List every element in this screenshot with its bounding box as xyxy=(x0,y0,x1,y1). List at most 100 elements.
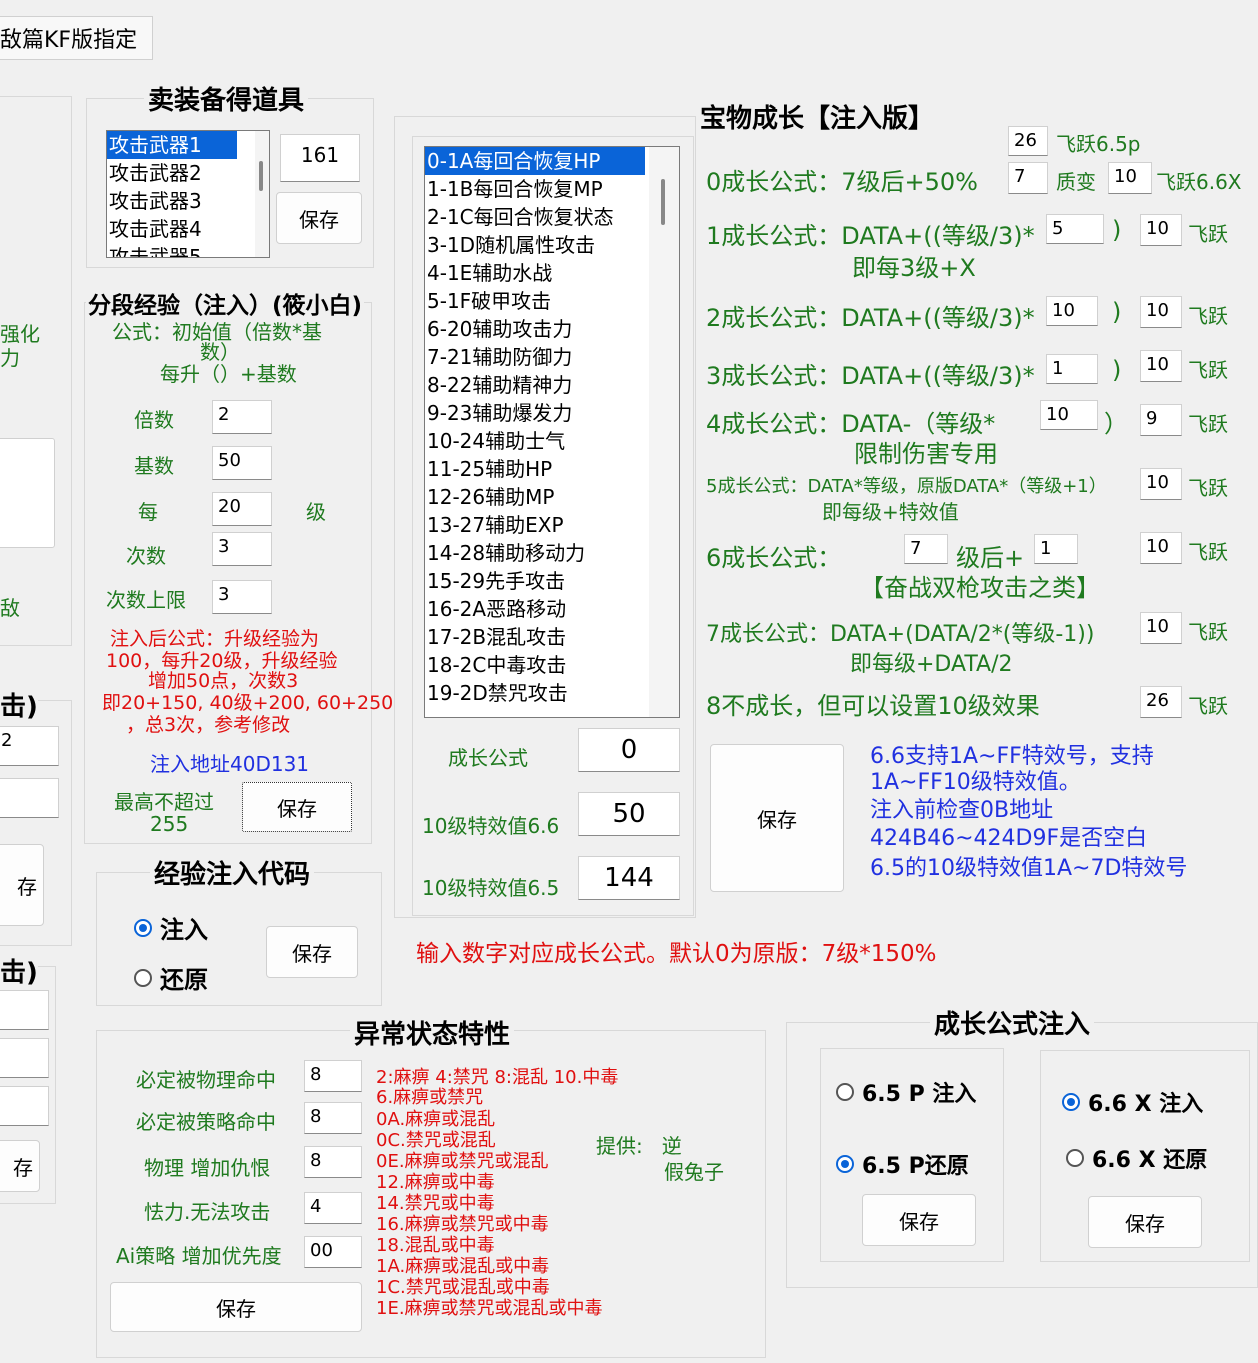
list-item[interactable]: 12-26辅助MP xyxy=(425,483,679,511)
formula-8-end: 飞跃 xyxy=(1188,694,1228,718)
code-line-8: 16.麻痹或禁咒或中毒 xyxy=(376,1214,549,1235)
window-title: 敌篇KF版指定 xyxy=(0,28,138,53)
exp-multiplier-input[interactable]: 2 xyxy=(212,400,272,434)
code-line-1: 2:麻痹 4:禁咒 8:混乱 10.中毒 xyxy=(376,1067,619,1088)
list-item[interactable]: 1-1B每回合恢复MP xyxy=(425,175,679,203)
list-item[interactable]: 0-1A每回合恢复HP xyxy=(425,147,645,175)
sell-list-scrollbar[interactable] xyxy=(255,131,269,257)
p-restore-radio[interactable]: 6.5 P还原 xyxy=(836,1148,969,1180)
list-item[interactable]: 攻击武器4 xyxy=(107,215,269,243)
formula-6-plus-input[interactable]: 1 xyxy=(1034,534,1078,564)
left-partial-input-5[interactable] xyxy=(0,1086,49,1126)
formula-0-level-input[interactable]: 7 xyxy=(1008,162,1048,194)
sell-save-button[interactable]: 保存 xyxy=(276,192,362,244)
scrollbar-thumb[interactable] xyxy=(661,179,665,225)
radio-label: 6.5 P 注入 xyxy=(862,1082,977,1107)
list-item[interactable]: 13-27辅助EXP xyxy=(425,511,679,539)
formula-6-end: 飞跃 xyxy=(1188,540,1228,564)
p-save-button[interactable]: 保存 xyxy=(862,1194,976,1246)
abnormal-save-button[interactable]: 保存 xyxy=(110,1282,362,1332)
formula-1-value-input[interactable]: 10 xyxy=(1140,214,1182,246)
code-line-2: 6.麻痹或禁咒 xyxy=(376,1087,484,1108)
list-item[interactable]: 3-1D随机属性攻击 xyxy=(425,231,679,259)
p-inject-radio[interactable]: 6.5 P 注入 xyxy=(836,1076,976,1108)
list-item[interactable]: 攻击武器1 xyxy=(107,131,237,159)
list-item[interactable]: 8-22辅助精神力 xyxy=(425,371,679,399)
sell-value-input[interactable]: 161 xyxy=(280,134,360,182)
formula-0-value-input[interactable]: 10 xyxy=(1108,162,1152,194)
formula-2-div-input[interactable]: 10 xyxy=(1046,296,1098,326)
x-restore-radio[interactable]: 6.6 X 还原 xyxy=(1066,1142,1207,1174)
abnormal-ai-priority-input[interactable]: 00 xyxy=(304,1236,362,1268)
exp-code-save-button[interactable]: 保存 xyxy=(266,926,358,978)
abnormal-strategy-hit-input[interactable]: 8 xyxy=(304,1102,362,1134)
formula-2-value-input[interactable]: 10 xyxy=(1140,296,1182,328)
formula-7-end: 飞跃 xyxy=(1188,620,1228,644)
list-item[interactable]: 5-1F破甲攻击 xyxy=(425,287,679,315)
radio-checked-icon xyxy=(836,1155,854,1173)
left-partial-input-2[interactable] xyxy=(0,778,59,818)
exp-seg-save-button[interactable]: 保存 xyxy=(242,782,352,832)
formula-1-sub: 即每3级+X xyxy=(852,254,976,282)
list-item[interactable]: 17-2B混乱攻击 xyxy=(425,623,679,651)
list-item[interactable]: 4-1E辅助水战 xyxy=(425,259,679,287)
formula-7-value-input[interactable]: 10 xyxy=(1140,612,1182,644)
list-item[interactable]: 6-20辅助攻击力 xyxy=(425,315,679,343)
effects-list-scrollbar[interactable] xyxy=(649,147,679,717)
formula-6-value-input[interactable]: 10 xyxy=(1140,532,1182,564)
treasure-save-button[interactable]: 保存 xyxy=(710,744,844,892)
formula-3-div-input[interactable]: 1 xyxy=(1046,354,1098,384)
exp-code-inject-radio[interactable]: 注入 xyxy=(134,910,208,945)
abnormal-physical-hit-input[interactable]: 8 xyxy=(304,1060,362,1092)
scrollbar-thumb[interactable] xyxy=(259,161,263,191)
list-item[interactable]: 11-25辅助HP xyxy=(425,455,679,483)
list-item[interactable]: 攻击武器2 xyxy=(107,159,269,187)
list-item[interactable]: 15-29先手攻击 xyxy=(425,567,679,595)
exp-base-input[interactable]: 50 xyxy=(212,446,272,480)
left-partial-save-button-2[interactable]: 存 xyxy=(0,1140,40,1192)
exp-max-label-2: 255 xyxy=(150,812,189,836)
effects-list[interactable]: 0-1A每回合恢复HP 1-1B每回合恢复MP 2-1C每回合恢复状态 3-1D… xyxy=(424,146,680,718)
list-item[interactable]: 18-2C中毒攻击 xyxy=(425,651,679,679)
formula-7-text: 7成长公式：DATA+(DATA/2*(等级-1)) xyxy=(706,622,1095,647)
list-item[interactable]: 攻击武器3 xyxy=(107,187,269,215)
left-partial-save-button-1[interactable]: 存 xyxy=(0,844,44,926)
code-line-7: 14.禁咒或中毒 xyxy=(376,1193,495,1214)
x-save-button[interactable]: 保存 xyxy=(1088,1196,1202,1248)
growth-formula-input[interactable]: 0 xyxy=(578,728,680,772)
list-item[interactable]: 19-2D禁咒攻击 xyxy=(425,679,679,707)
exp-code-restore-radio[interactable]: 还原 xyxy=(134,960,208,995)
abnormal-no-attack-input[interactable]: 4 xyxy=(304,1192,362,1224)
sell-title: 卖装备得道具 xyxy=(144,80,309,117)
list-item[interactable]: 攻击武器5 xyxy=(107,243,269,257)
exp-times-max-input[interactable]: 3 xyxy=(212,580,272,614)
formula-4-value-input[interactable]: 9 xyxy=(1140,404,1182,436)
lv10-66-input[interactable]: 50 xyxy=(578,792,680,836)
formula-8-value-input[interactable]: 26 xyxy=(1140,686,1182,718)
x-inject-radio[interactable]: 6.6 X 注入 xyxy=(1062,1086,1203,1118)
list-item[interactable]: 9-23辅助爆发力 xyxy=(425,399,679,427)
exp-times-input[interactable]: 3 xyxy=(212,532,272,566)
formula-5-value-input[interactable]: 10 xyxy=(1140,468,1182,500)
list-item[interactable]: 10-24辅助士气 xyxy=(425,427,679,455)
list-item[interactable]: 2-1C每回合恢复状态 xyxy=(425,203,679,231)
formula-6-level-input[interactable]: 7 xyxy=(904,534,948,564)
exp-every-input[interactable]: 20 xyxy=(212,492,272,526)
abnormal-hate-input[interactable]: 8 xyxy=(304,1146,362,1178)
left-partial-input-1[interactable]: 2 xyxy=(0,726,59,766)
formula-4-div-input[interactable]: 10 xyxy=(1040,400,1098,430)
exp-row-label-times: 次数 xyxy=(126,544,166,568)
list-item[interactable]: 16-2A恶路移动 xyxy=(425,595,679,623)
sell-list[interactable]: 攻击武器1 攻击武器2 攻击武器3 攻击武器4 攻击武器5 xyxy=(106,130,270,258)
list-item[interactable]: 14-28辅助移动力 xyxy=(425,539,679,567)
formula-3-value-input[interactable]: 10 xyxy=(1140,350,1182,382)
lv10-65-input[interactable]: 144 xyxy=(578,856,680,900)
list-item[interactable]: 7-21辅助防御力 xyxy=(425,343,679,371)
radio-label: 6.6 X 还原 xyxy=(1092,1148,1208,1173)
left-partial-input-4[interactable] xyxy=(0,1038,49,1078)
exp-red-line-1: 注入后公式：升级经验为 xyxy=(110,628,320,650)
left-partial-input-3[interactable] xyxy=(0,990,49,1030)
formula-1-div-input[interactable]: 5 xyxy=(1046,214,1104,244)
treasure-top-input[interactable]: 26 xyxy=(1008,126,1048,156)
exp-max-label-1: 最高不超过 xyxy=(114,790,214,814)
